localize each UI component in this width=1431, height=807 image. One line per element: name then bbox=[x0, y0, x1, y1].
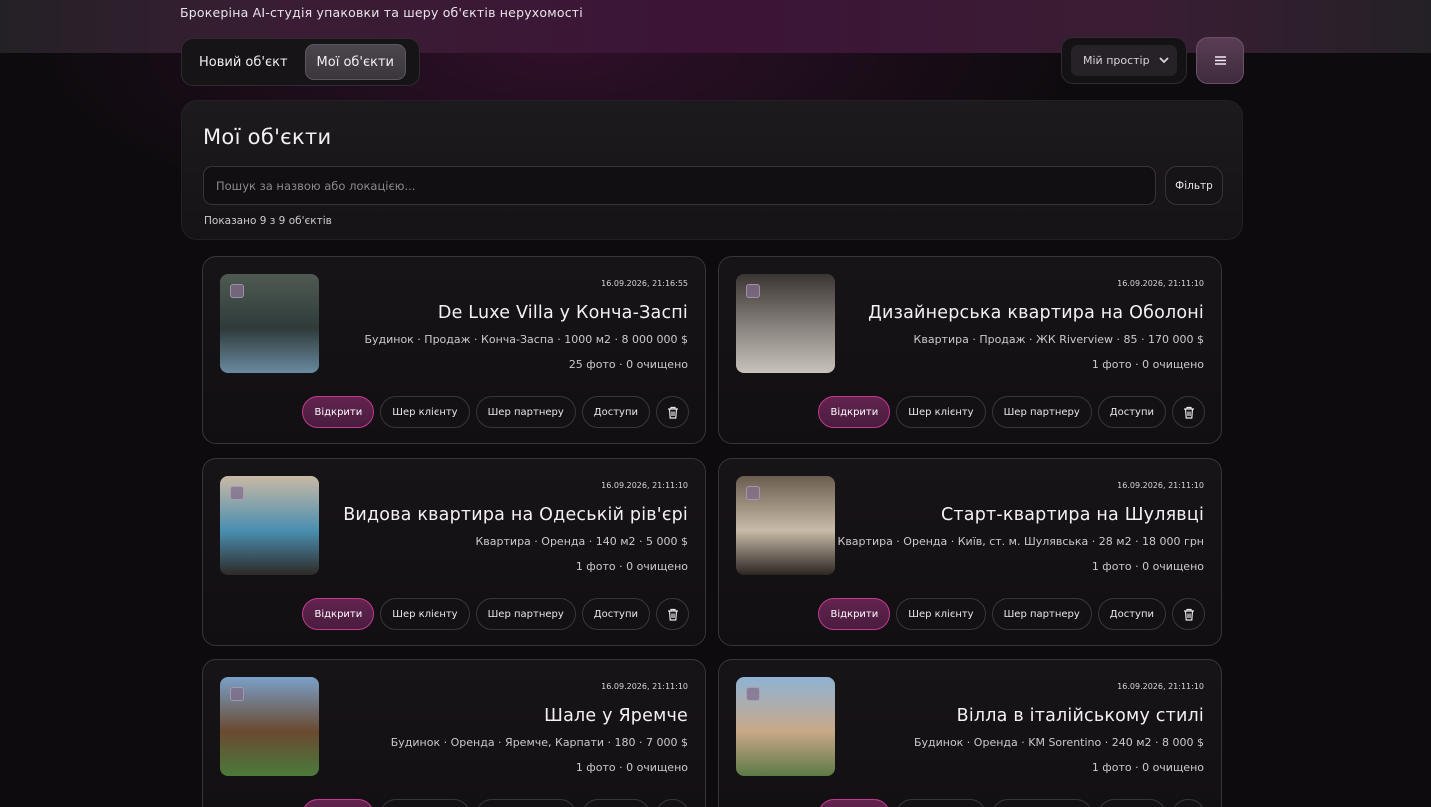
object-stats: 1 фото · 0 очищено bbox=[1091, 560, 1204, 573]
card-actions: Відкрити Шер клієнту Шер партнеру Доступ… bbox=[818, 396, 1205, 428]
share-partner-button[interactable]: Шер партнеру bbox=[991, 598, 1092, 630]
object-photo[interactable] bbox=[220, 274, 319, 373]
object-photo[interactable] bbox=[736, 476, 835, 575]
space-selector-container: Мій простір bbox=[1061, 37, 1187, 84]
access-button[interactable]: Доступи bbox=[1097, 799, 1166, 807]
trash-icon bbox=[1183, 608, 1194, 621]
object-title: Старт-квартира на Шулявці bbox=[940, 505, 1204, 525]
object-title: Шале у Яремче bbox=[544, 706, 688, 726]
object-stats: 1 фото · 0 очищено bbox=[1091, 358, 1204, 371]
share-client-button[interactable]: Шер клієнту bbox=[896, 396, 986, 428]
chevron-down-icon bbox=[1159, 57, 1169, 64]
tab-new-object[interactable]: Новий об'єкт bbox=[188, 44, 299, 80]
objects-panel: Мої об'єкти Пошук за назвою або локацією… bbox=[181, 100, 1243, 240]
share-partner-button[interactable]: Шер партнеру bbox=[475, 799, 576, 807]
access-button[interactable]: Доступи bbox=[581, 799, 650, 807]
card-actions: Відкрити Шер клієнту Шер партнеру Доступ… bbox=[302, 799, 689, 807]
delete-button[interactable] bbox=[656, 396, 689, 428]
object-photo[interactable] bbox=[220, 677, 319, 776]
open-button[interactable]: Відкрити bbox=[302, 799, 375, 807]
trash-icon bbox=[667, 406, 678, 419]
object-date: 16.09.2026, 21:11:10 bbox=[601, 682, 688, 691]
card-actions: Відкрити Шер клієнту Шер партнеру Доступ… bbox=[302, 598, 689, 630]
object-stats: 25 фото · 0 очищено bbox=[568, 358, 688, 371]
object-title: Вілла в італійському стилі bbox=[956, 706, 1204, 726]
search-input[interactable]: Пошук за назвою або локацією... bbox=[203, 166, 1156, 205]
search-placeholder: Пошук за назвою або локацією... bbox=[216, 178, 416, 193]
page-title: Мої об'єкти bbox=[203, 125, 332, 149]
select-checkbox[interactable] bbox=[230, 486, 244, 500]
open-button[interactable]: Відкрити bbox=[818, 396, 891, 428]
open-button[interactable]: Відкрити bbox=[302, 396, 375, 428]
share-client-button[interactable]: Шер клієнту bbox=[896, 799, 986, 807]
select-checkbox[interactable] bbox=[746, 687, 760, 701]
object-meta: Квартира · Оренда · 140 м2 · 5 000 $ bbox=[475, 535, 689, 548]
access-button[interactable]: Доступи bbox=[1097, 396, 1166, 428]
access-button[interactable]: Доступи bbox=[581, 396, 650, 428]
open-button[interactable]: Відкрити bbox=[818, 799, 891, 807]
share-partner-button[interactable]: Шер партнеру bbox=[475, 396, 576, 428]
access-button[interactable]: Доступи bbox=[1097, 598, 1166, 630]
access-button[interactable]: Доступи bbox=[581, 598, 650, 630]
object-stats: 1 фото · 0 очищено bbox=[575, 560, 688, 573]
card-actions: Відкрити Шер клієнту Шер партнеру Доступ… bbox=[818, 598, 1205, 630]
object-date: 16.09.2026, 21:11:10 bbox=[601, 481, 688, 490]
view-tabs: Новий об'єкт Мої об'єкти bbox=[181, 38, 420, 86]
object-photo[interactable] bbox=[736, 274, 835, 373]
app-subtitle: Брокеріна AI-студія упаковки та шеру об'… bbox=[180, 5, 583, 20]
hamburger-menu-icon bbox=[1214, 56, 1226, 65]
object-date: 16.09.2026, 21:11:10 bbox=[1117, 481, 1204, 490]
object-date: 16.09.2026, 21:11:10 bbox=[1117, 279, 1204, 288]
share-partner-button[interactable]: Шер партнеру bbox=[991, 396, 1092, 428]
object-stats: 1 фото · 0 очищено bbox=[1091, 761, 1204, 774]
select-checkbox[interactable] bbox=[230, 284, 244, 298]
share-client-button[interactable]: Шер клієнту bbox=[896, 598, 986, 630]
object-date: 16.09.2026, 21:16:55 bbox=[601, 279, 688, 288]
space-select[interactable]: Мій простір bbox=[1071, 45, 1177, 76]
card-actions: Відкрити Шер клієнту Шер партнеру Доступ… bbox=[302, 396, 689, 428]
object-title: Дизайнерська квартира на Оболоні bbox=[868, 303, 1204, 323]
object-card: 16.09.2026, 21:11:10 Дизайнерська кварти… bbox=[718, 256, 1222, 444]
delete-button[interactable] bbox=[656, 799, 689, 807]
results-count: Показано 9 з 9 об'єктів bbox=[204, 215, 332, 227]
object-title: Видова квартира на Одеській рів'єрі bbox=[343, 505, 688, 525]
share-partner-button[interactable]: Шер партнеру bbox=[475, 598, 576, 630]
share-client-button[interactable]: Шер клієнту bbox=[380, 396, 470, 428]
object-card: 16.09.2026, 21:11:10 Старт-квартира на Ш… bbox=[718, 458, 1222, 646]
object-photo[interactable] bbox=[220, 476, 319, 575]
trash-icon bbox=[1183, 406, 1194, 419]
object-card: 16.09.2026, 21:16:55 De Luxe Villa у Кон… bbox=[202, 256, 706, 444]
object-card: 16.09.2026, 21:11:10 Видова квартира на … bbox=[202, 458, 706, 646]
open-button[interactable]: Відкрити bbox=[302, 598, 375, 630]
object-date: 16.09.2026, 21:11:10 bbox=[1117, 682, 1204, 691]
delete-button[interactable] bbox=[1172, 598, 1205, 630]
delete-button[interactable] bbox=[1172, 799, 1205, 807]
delete-button[interactable] bbox=[656, 598, 689, 630]
object-meta: Будинок · Продаж · Конча-Заспа · 1000 м2… bbox=[364, 333, 688, 346]
object-card: 16.09.2026, 21:11:10 Вілла в італійськом… bbox=[718, 659, 1222, 807]
trash-icon bbox=[667, 608, 678, 621]
filter-button[interactable]: Фільтр bbox=[1165, 166, 1223, 205]
object-meta: Будинок · Оренда · Яремче, Карпати · 180… bbox=[390, 736, 688, 749]
object-meta: Квартира · Оренда · Київ, ст. м. Шулявсь… bbox=[837, 535, 1204, 548]
object-photo[interactable] bbox=[736, 677, 835, 776]
open-button[interactable]: Відкрити bbox=[818, 598, 891, 630]
space-select-value: Мій простір bbox=[1083, 54, 1150, 67]
object-meta: Квартира · Продаж · ЖК Riverview · 85 · … bbox=[913, 333, 1204, 346]
object-meta: Будинок · Оренда · KM Sorentino · 240 м2… bbox=[913, 736, 1204, 749]
select-checkbox[interactable] bbox=[746, 486, 760, 500]
delete-button[interactable] bbox=[1172, 396, 1205, 428]
share-client-button[interactable]: Шер клієнту bbox=[380, 598, 470, 630]
share-client-button[interactable]: Шер клієнту bbox=[380, 799, 470, 807]
menu-button[interactable] bbox=[1196, 37, 1244, 84]
card-actions: Відкрити Шер клієнту Шер партнеру Доступ… bbox=[818, 799, 1205, 807]
object-stats: 1 фото · 0 очищено bbox=[575, 761, 688, 774]
select-checkbox[interactable] bbox=[230, 687, 244, 701]
object-card: 16.09.2026, 21:11:10 Шале у Яремче Будин… bbox=[202, 659, 706, 807]
share-partner-button[interactable]: Шер партнеру bbox=[991, 799, 1092, 807]
object-title: De Luxe Villa у Конча-Заспі bbox=[437, 303, 688, 323]
select-checkbox[interactable] bbox=[746, 284, 760, 298]
tab-my-objects[interactable]: Мої об'єкти bbox=[304, 44, 406, 80]
